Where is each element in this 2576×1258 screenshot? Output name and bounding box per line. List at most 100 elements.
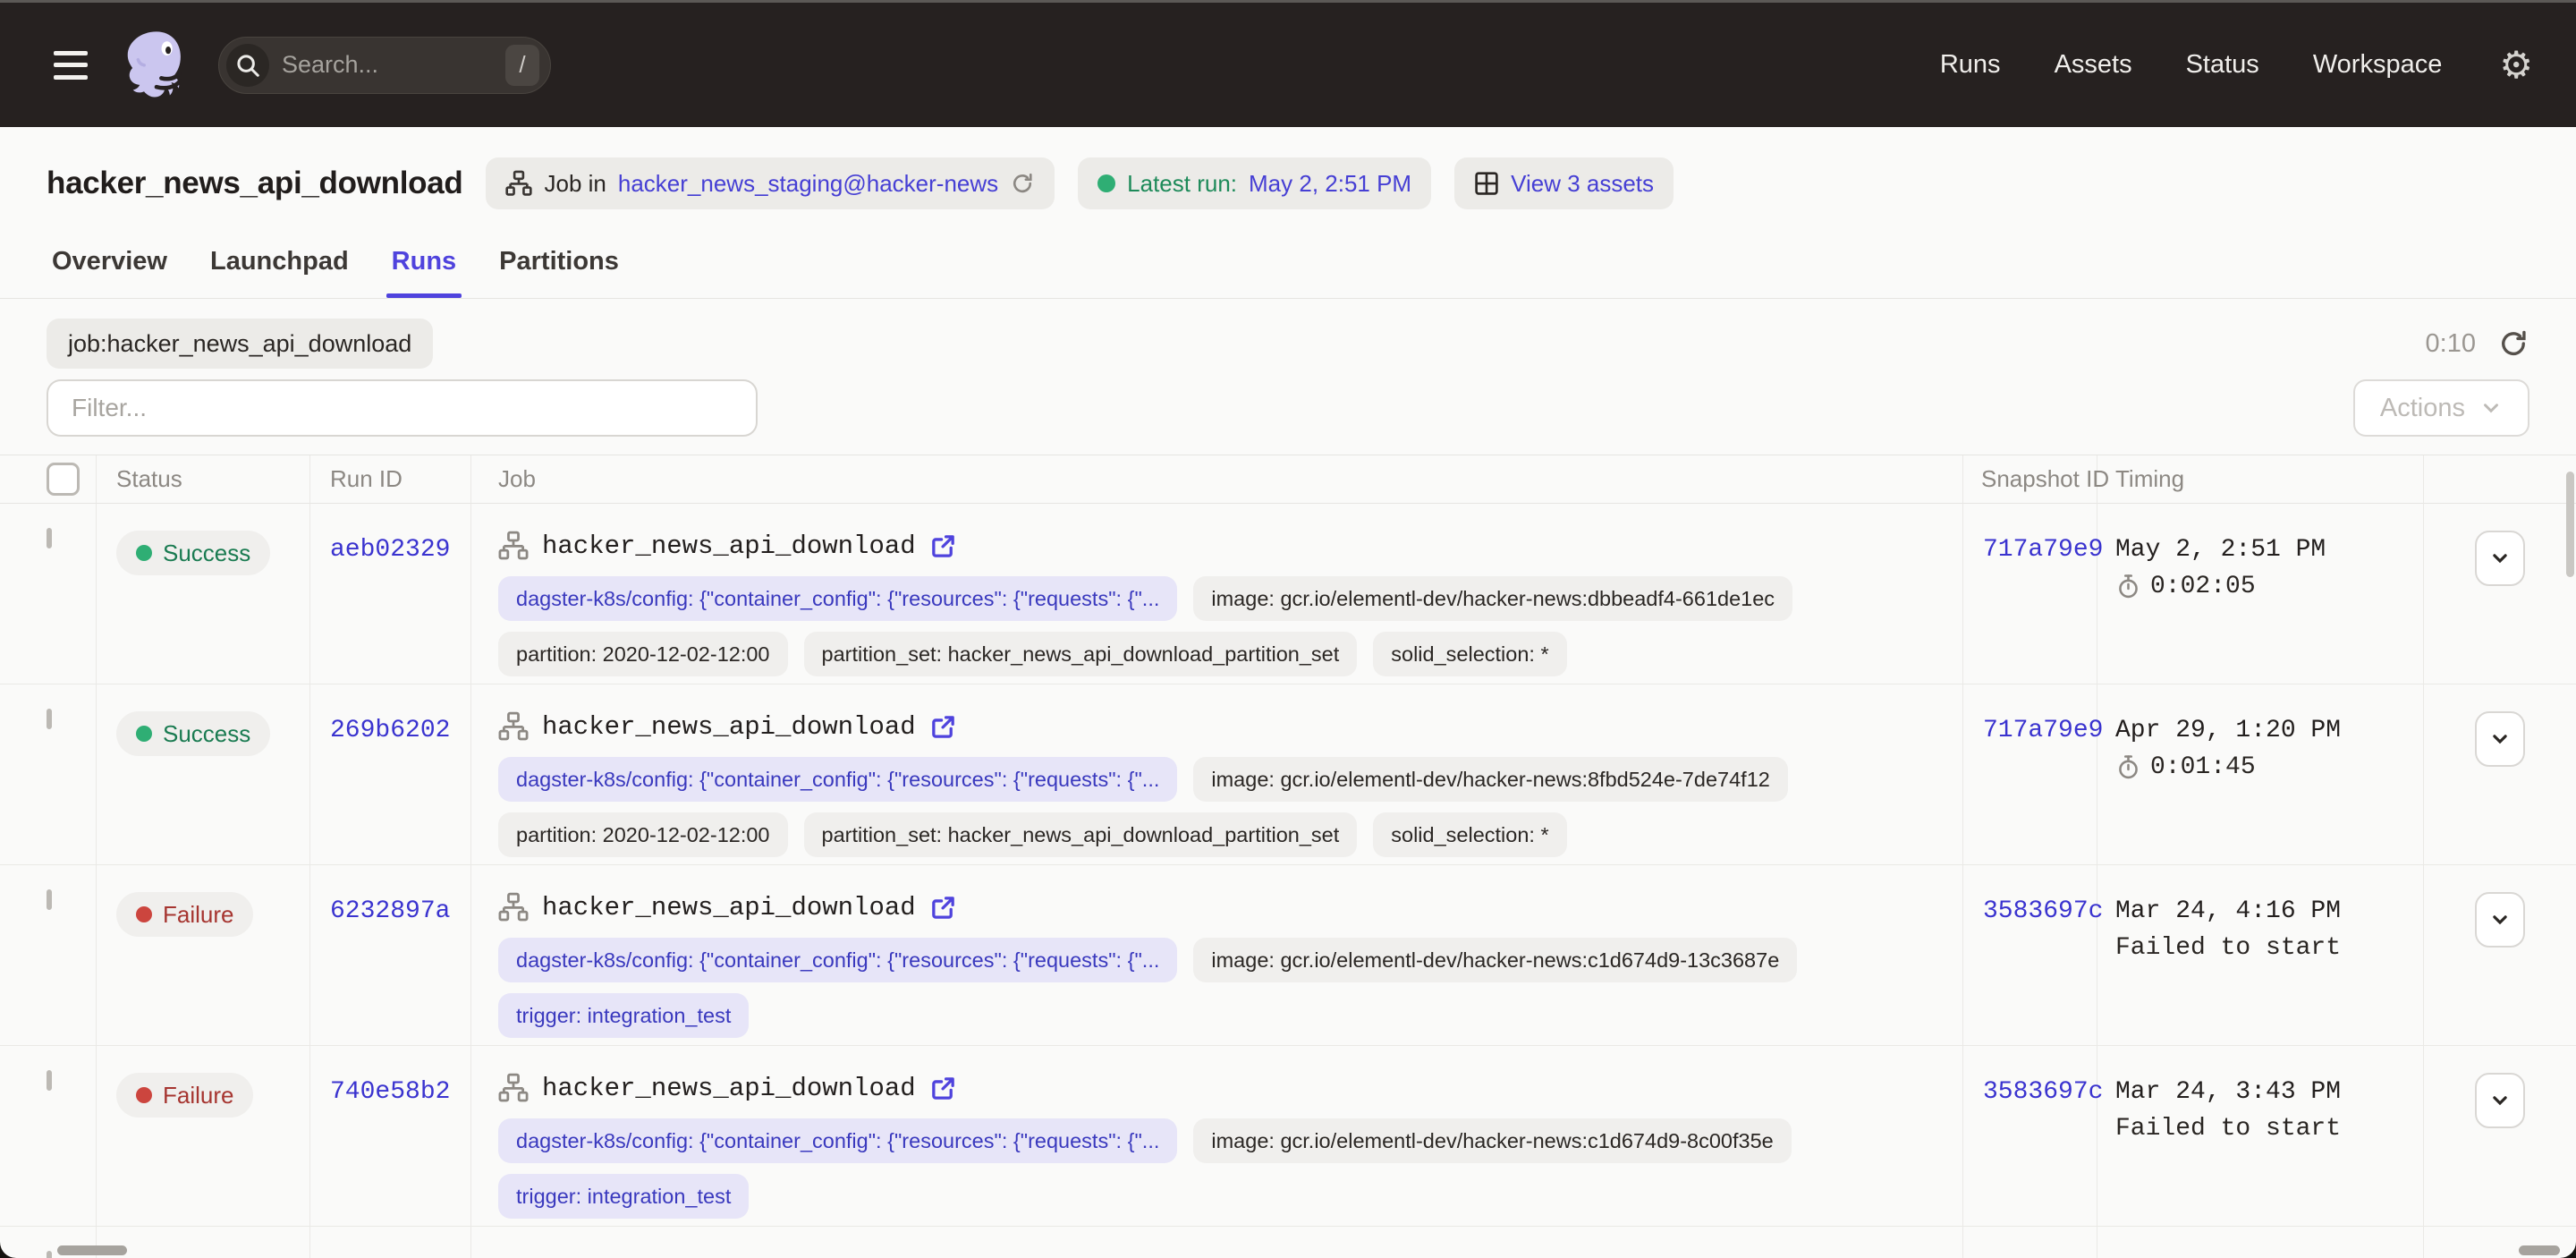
refresh-icon[interactable]	[2497, 327, 2529, 360]
snapshot-id-link[interactable]: 3583697c	[1983, 897, 2103, 925]
page-header: hacker_news_api_download Job in hacker_n…	[0, 157, 2576, 209]
nav-assets[interactable]: Assets	[2055, 50, 2132, 80]
horizontal-scrollbar-right[interactable]	[2519, 1245, 2560, 1255]
job-filter-chip[interactable]: job:hacker_news_api_download	[47, 319, 433, 369]
run-tag[interactable]: dagster-k8s/config: {"container_config":…	[498, 1118, 1177, 1163]
row-menu-button[interactable]	[2475, 711, 2525, 767]
row-actions-cell	[2424, 865, 2576, 1045]
row-menu-button[interactable]	[2475, 1073, 2525, 1128]
run-tag[interactable]: partition: 2020-12-02-12:00	[498, 632, 788, 676]
vertical-scrollbar-thumb[interactable]	[2566, 472, 2574, 577]
duration-or-note: 0:02:05	[2150, 573, 2256, 600]
tab-overview[interactable]: Overview	[47, 247, 173, 298]
search-input[interactable]	[282, 51, 505, 79]
repo-link[interactable]: hacker_news_staging@hacker-news	[618, 170, 998, 198]
run-tag[interactable]: dagster-k8s/config: {"container_config":…	[498, 757, 1177, 802]
external-link-icon[interactable]	[929, 713, 957, 741]
table-row-partial	[0, 1227, 2576, 1258]
row-checkbox[interactable]	[47, 528, 52, 548]
filter-input[interactable]	[47, 379, 758, 437]
row-checkbox[interactable]	[47, 709, 52, 729]
job-icon	[498, 711, 529, 742]
row-checkbox[interactable]	[47, 1070, 52, 1091]
row-actions-cell	[2424, 1046, 2576, 1226]
run-tag[interactable]: image: gcr.io/elementl-dev/hacker-news:c…	[1193, 1118, 1791, 1163]
tag-line-2: partition: 2020-12-02-12:00 partition_set…	[498, 632, 1962, 676]
run-tag[interactable]: partition_set: hacker_news_api_download_…	[804, 632, 1358, 676]
menu-icon[interactable]	[43, 46, 98, 85]
tag-line-2: partition: 2020-12-02-12:00 partition_set…	[498, 812, 1962, 857]
row-checkbox-cell	[0, 1046, 97, 1226]
row-status-cell	[97, 1227, 310, 1258]
row-snapshot-cell: 717a79e9	[1963, 504, 2097, 684]
snapshot-id-link[interactable]: 717a79e9	[1983, 717, 2103, 744]
tabs-divider	[0, 298, 2576, 299]
gear-icon[interactable]: ⚙	[2499, 47, 2533, 84]
runs-rows: Success aeb02329 hacker_news_api_downloa…	[0, 504, 2576, 1227]
tab-launchpad[interactable]: Launchpad	[205, 247, 354, 298]
run-tag[interactable]: image: gcr.io/elementl-dev/hacker-news:d…	[1193, 576, 1792, 621]
run-tag[interactable]: trigger: integration_test	[498, 1174, 749, 1219]
header-run-id: Run ID	[310, 455, 471, 504]
chevron-down-icon	[2479, 396, 2503, 420]
tag-line-1: dagster-k8s/config: {"container_config":…	[498, 757, 1962, 802]
snapshot-id-link[interactable]: 3583697c	[1983, 1078, 2103, 1106]
nav-runs[interactable]: Runs	[1940, 50, 2001, 80]
external-link-icon[interactable]	[929, 894, 957, 922]
job-icon	[505, 170, 532, 197]
run-tag[interactable]: image: gcr.io/elementl-dev/hacker-news:c…	[1193, 938, 1797, 982]
horizontal-scrollbar-left[interactable]	[57, 1245, 127, 1255]
row-job-cell: hacker_news_api_download dagster-k8s/con…	[471, 684, 1963, 864]
snapshot-id-link[interactable]: 717a79e9	[1983, 536, 2103, 564]
run-tag[interactable]: solid_selection: *	[1373, 632, 1566, 676]
top-navigation-bar: / Runs Assets Status Workspace ⚙	[0, 3, 2576, 127]
row-runid-cell: aeb02329	[310, 504, 471, 684]
nav-status[interactable]: Status	[2186, 50, 2259, 80]
run-duration: 0:01:45	[2115, 753, 2423, 781]
run-id-link[interactable]: 6232897a	[330, 897, 450, 925]
nav-workspace[interactable]: Workspace	[2313, 50, 2443, 80]
chevron-down-icon	[2487, 1088, 2512, 1113]
tag-line-2: trigger: integration_test	[498, 1174, 1962, 1219]
tab-partitions[interactable]: Partitions	[494, 247, 624, 298]
latest-run-time-link[interactable]: May 2, 2:51 PM	[1249, 170, 1411, 198]
tag-line-1: dagster-k8s/config: {"container_config":…	[498, 1118, 1962, 1163]
view-assets-link[interactable]: View 3 assets	[1511, 170, 1654, 198]
tag-line-1: dagster-k8s/config: {"container_config":…	[498, 938, 1962, 982]
row-menu-button[interactable]	[2475, 531, 2525, 586]
tab-runs[interactable]: Runs	[386, 247, 462, 298]
run-id-link[interactable]: 740e58b2	[330, 1078, 450, 1106]
run-tag[interactable]: image: gcr.io/elementl-dev/hacker-news:8…	[1193, 757, 1787, 802]
external-link-icon[interactable]	[929, 532, 957, 560]
table-row: Failure 740e58b2 hacker_news_api_downloa…	[0, 1046, 2576, 1227]
run-tag[interactable]: dagster-k8s/config: {"container_config":…	[498, 576, 1177, 621]
run-tag[interactable]: trigger: integration_test	[498, 993, 749, 1038]
run-tag[interactable]: partition: 2020-12-02-12:00	[498, 812, 788, 857]
chevron-down-icon	[2487, 907, 2512, 932]
run-duration: Failed to start	[2115, 1115, 2423, 1143]
select-all-checkbox[interactable]	[47, 463, 80, 496]
reload-icon[interactable]	[1010, 171, 1035, 196]
chevron-down-icon	[2487, 546, 2512, 571]
row-checkbox[interactable]	[47, 1251, 52, 1258]
run-tag[interactable]: dagster-k8s/config: {"container_config":…	[498, 938, 1177, 982]
run-start-time: Mar 24, 4:16 PM	[2115, 897, 2423, 925]
row-status-cell: Success	[97, 504, 310, 684]
refresh-countdown: 0:10	[2426, 329, 2476, 359]
external-link-icon[interactable]	[929, 1075, 957, 1102]
run-id-link[interactable]: 269b6202	[330, 717, 450, 744]
header-status: Status	[97, 455, 310, 504]
run-tag[interactable]: partition_set: hacker_news_api_download_…	[804, 812, 1358, 857]
run-tag[interactable]: solid_selection: *	[1373, 812, 1566, 857]
run-id-link[interactable]: aeb02329	[330, 536, 450, 564]
job-location-chip: Job in hacker_news_staging@hacker-news	[486, 157, 1055, 209]
actions-button[interactable]: Actions	[2353, 379, 2529, 437]
status-label: Success	[163, 540, 250, 567]
dagster-logo-icon[interactable]	[118, 27, 195, 104]
global-search[interactable]: /	[218, 37, 551, 94]
row-menu-button[interactable]	[2475, 892, 2525, 948]
row-job-cell: hacker_news_api_download dagster-k8s/con…	[471, 1046, 1963, 1226]
row-timing-cell: Apr 29, 1:20 PM 0:01:45	[2097, 684, 2424, 864]
row-checkbox[interactable]	[47, 889, 52, 910]
header-actions	[2424, 455, 2576, 504]
